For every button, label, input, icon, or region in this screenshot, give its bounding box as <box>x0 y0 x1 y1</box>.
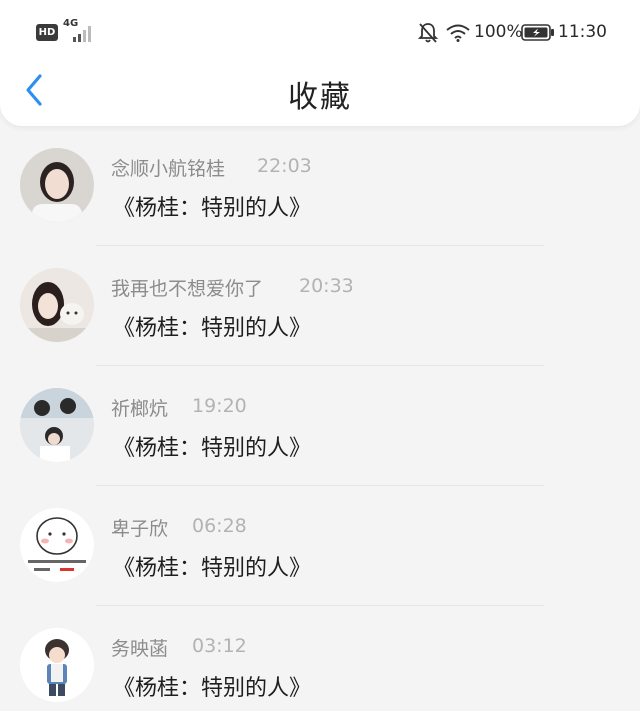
sender-name: 祈榔炕 <box>111 398 169 420</box>
sender-name: 我再也不想爱你了 <box>111 278 264 300</box>
message-content: 《杨桂：特别的人》 <box>113 556 312 581</box>
message-content: 《杨桂：特别的人》 <box>113 676 312 701</box>
sender-name: 务映菡 <box>111 638 169 660</box>
message-content: 《杨桂：特别的人》 <box>113 316 312 341</box>
status-bar: HD 4G 100% 11:30 <box>0 14 640 52</box>
list-item[interactable]: 卑子欣 06:28 《杨桂：特别的人》 <box>0 486 640 606</box>
battery-percent: 100% <box>474 22 523 42</box>
message-time: 22:03 <box>257 155 312 177</box>
avatar[interactable] <box>20 268 94 342</box>
message-time: 03:12 <box>192 635 247 657</box>
message-content: 《杨桂：特别的人》 <box>113 436 312 461</box>
status-time: 11:30 <box>558 22 607 42</box>
message-time: 19:20 <box>192 395 247 417</box>
avatar[interactable] <box>20 388 94 462</box>
message-list: 念顺小航铭桂 22:03 《杨桂：特别的人》 我再也不想爱你了 20:33 《杨… <box>0 126 640 711</box>
list-item[interactable]: 念顺小航铭桂 22:03 《杨桂：特别的人》 <box>0 126 640 246</box>
avatar[interactable] <box>20 508 94 582</box>
sender-name: 卑子欣 <box>111 518 169 540</box>
message-time: 20:33 <box>299 275 354 297</box>
list-item[interactable]: 我再也不想爱你了 20:33 《杨桂：特别的人》 <box>0 246 640 366</box>
battery-charging-icon <box>521 24 554 41</box>
list-item[interactable]: 务映菡 03:12 《杨桂：特别的人》 <box>0 606 640 711</box>
avatar[interactable] <box>20 628 94 702</box>
page-title: 收藏 <box>288 80 352 115</box>
wifi-icon <box>446 24 470 42</box>
sender-name: 念顺小航铭桂 <box>111 158 226 180</box>
header-bar: HD 4G 100% 11:30 收藏 <box>0 0 640 126</box>
bell-off-icon <box>418 23 438 43</box>
list-item[interactable]: 祈榔炕 19:20 《杨桂：特别的人》 <box>0 366 640 486</box>
message-content: 《杨桂：特别的人》 <box>113 196 312 221</box>
signal-icon <box>73 26 91 42</box>
hd-badge: HD <box>36 24 58 41</box>
message-time: 06:28 <box>192 515 247 537</box>
avatar[interactable] <box>20 148 94 222</box>
